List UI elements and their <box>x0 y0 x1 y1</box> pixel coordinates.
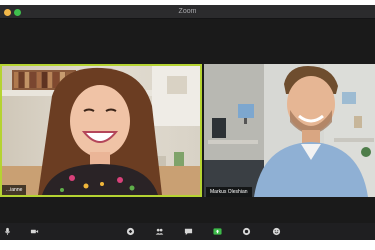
stop-video-button[interactable] <box>28 225 40 237</box>
title-bar: Zoom <box>0 5 375 19</box>
share-screen-icon <box>212 227 222 235</box>
video-camera-icon <box>30 229 38 233</box>
participant-video-feed <box>204 64 375 197</box>
participant-video-tile[interactable]: Markus Oleshian <box>204 64 375 197</box>
mute-button[interactable] <box>1 225 13 237</box>
chat-button[interactable] <box>182 225 194 237</box>
microphone-icon <box>4 227 10 235</box>
meeting-controls-toolbar <box>0 223 375 240</box>
participant-video-feed <box>2 66 200 195</box>
record-button[interactable] <box>240 225 252 237</box>
participant-video-tile[interactable]: ...ianne <box>0 64 202 197</box>
reactions-icon <box>272 227 280 235</box>
participants-button[interactable] <box>153 225 165 237</box>
reactions-button[interactable] <box>270 225 282 237</box>
participant-name-label: ...ianne <box>2 185 27 195</box>
security-button[interactable] <box>124 225 136 237</box>
zoom-window: Zoom ...ianne Markus Oleshian <box>0 0 375 250</box>
window-title: Zoom <box>178 8 197 15</box>
video-gallery: ...ianne Markus Oleshian <box>0 19 375 223</box>
participants-icon <box>155 228 163 235</box>
participant-name-label: Markus Oleshian <box>206 187 252 197</box>
record-icon <box>242 227 250 235</box>
security-icon <box>126 227 134 235</box>
chat-icon <box>184 228 192 235</box>
share-screen-button[interactable] <box>211 225 223 237</box>
